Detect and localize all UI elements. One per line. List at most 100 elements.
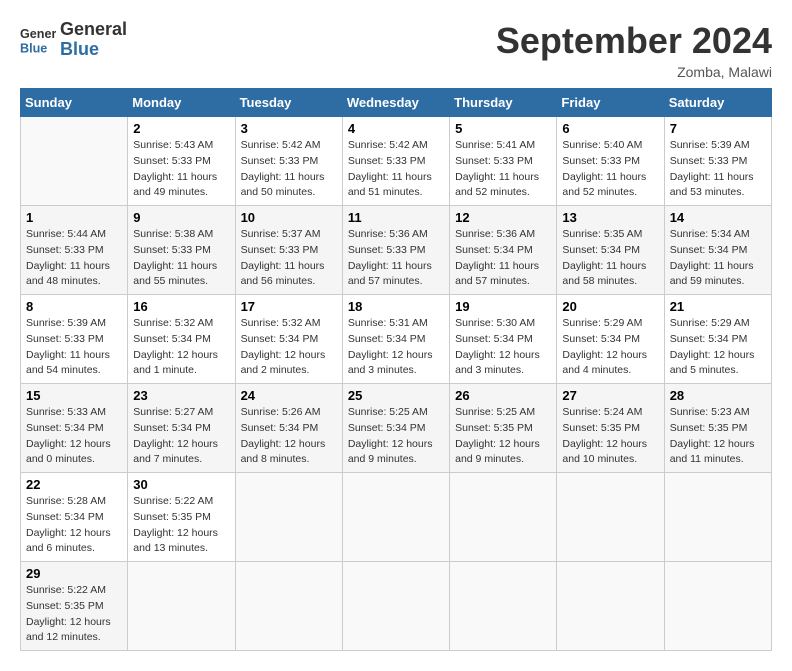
calendar-week-3: 8 Sunrise: 5:39 AMSunset: 5:33 PMDayligh… (21, 295, 772, 384)
day-info: Sunrise: 5:25 AMSunset: 5:34 PMDaylight:… (348, 406, 433, 465)
day-number: 23 (133, 388, 229, 403)
table-row: 25 Sunrise: 5:25 AMSunset: 5:34 PMDaylig… (342, 384, 449, 473)
table-row (557, 473, 664, 562)
day-number: 30 (133, 477, 229, 492)
day-info: Sunrise: 5:22 AMSunset: 5:35 PMDaylight:… (26, 584, 111, 643)
month-title: September 2024 (496, 20, 772, 62)
table-row (21, 117, 128, 206)
title-block: September 2024 Zomba, Malawi (496, 20, 772, 80)
table-row: 18 Sunrise: 5:31 AMSunset: 5:34 PMDaylig… (342, 295, 449, 384)
day-info: Sunrise: 5:44 AMSunset: 5:33 PMDaylight:… (26, 228, 110, 287)
table-row: 8 Sunrise: 5:39 AMSunset: 5:33 PMDayligh… (21, 295, 128, 384)
table-row: 1 Sunrise: 5:44 AMSunset: 5:33 PMDayligh… (21, 206, 128, 295)
table-row: 30 Sunrise: 5:22 AMSunset: 5:35 PMDaylig… (128, 473, 235, 562)
day-number: 19 (455, 299, 551, 314)
day-info: Sunrise: 5:29 AMSunset: 5:34 PMDaylight:… (562, 317, 647, 376)
svg-text:General: General (20, 27, 56, 41)
table-row: 5 Sunrise: 5:41 AMSunset: 5:33 PMDayligh… (450, 117, 557, 206)
day-info: Sunrise: 5:34 AMSunset: 5:34 PMDaylight:… (670, 228, 754, 287)
logo-blue: Blue (60, 40, 127, 60)
day-number: 24 (241, 388, 337, 403)
table-row (450, 562, 557, 651)
day-info: Sunrise: 5:37 AMSunset: 5:33 PMDaylight:… (241, 228, 325, 287)
day-info: Sunrise: 5:33 AMSunset: 5:34 PMDaylight:… (26, 406, 111, 465)
calendar-header-row: Sunday Monday Tuesday Wednesday Thursday… (21, 89, 772, 117)
location: Zomba, Malawi (496, 64, 772, 80)
table-row: 28 Sunrise: 5:23 AMSunset: 5:35 PMDaylig… (664, 384, 771, 473)
day-number: 2 (133, 121, 229, 136)
day-number: 13 (562, 210, 658, 225)
day-info: Sunrise: 5:25 AMSunset: 5:35 PMDaylight:… (455, 406, 540, 465)
col-saturday: Saturday (664, 89, 771, 117)
logo-general: General (60, 20, 127, 40)
col-tuesday: Tuesday (235, 89, 342, 117)
table-row (664, 473, 771, 562)
table-row (235, 562, 342, 651)
table-row: 4 Sunrise: 5:42 AMSunset: 5:33 PMDayligh… (342, 117, 449, 206)
day-number: 16 (133, 299, 229, 314)
table-row: 10 Sunrise: 5:37 AMSunset: 5:33 PMDaylig… (235, 206, 342, 295)
day-number: 21 (670, 299, 766, 314)
day-info: Sunrise: 5:36 AMSunset: 5:34 PMDaylight:… (455, 228, 539, 287)
calendar-week-6: 29 Sunrise: 5:22 AMSunset: 5:35 PMDaylig… (21, 562, 772, 651)
table-row: 11 Sunrise: 5:36 AMSunset: 5:33 PMDaylig… (342, 206, 449, 295)
day-info: Sunrise: 5:43 AMSunset: 5:33 PMDaylight:… (133, 139, 217, 198)
day-number: 1 (26, 210, 122, 225)
logo-icon: General Blue (20, 22, 56, 58)
day-number: 22 (26, 477, 122, 492)
day-number: 8 (26, 299, 122, 314)
day-number: 20 (562, 299, 658, 314)
calendar-week-5: 22 Sunrise: 5:28 AMSunset: 5:34 PMDaylig… (21, 473, 772, 562)
table-row: 15 Sunrise: 5:33 AMSunset: 5:34 PMDaylig… (21, 384, 128, 473)
col-sunday: Sunday (21, 89, 128, 117)
table-row (664, 562, 771, 651)
day-number: 10 (241, 210, 337, 225)
day-info: Sunrise: 5:32 AMSunset: 5:34 PMDaylight:… (133, 317, 218, 376)
svg-text:Blue: Blue (20, 41, 47, 55)
table-row (342, 473, 449, 562)
calendar-week-2: 1 Sunrise: 5:44 AMSunset: 5:33 PMDayligh… (21, 206, 772, 295)
day-number: 7 (670, 121, 766, 136)
table-row: 16 Sunrise: 5:32 AMSunset: 5:34 PMDaylig… (128, 295, 235, 384)
col-friday: Friday (557, 89, 664, 117)
table-row: 14 Sunrise: 5:34 AMSunset: 5:34 PMDaylig… (664, 206, 771, 295)
day-info: Sunrise: 5:26 AMSunset: 5:34 PMDaylight:… (241, 406, 326, 465)
table-row (128, 562, 235, 651)
table-row: 20 Sunrise: 5:29 AMSunset: 5:34 PMDaylig… (557, 295, 664, 384)
day-info: Sunrise: 5:31 AMSunset: 5:34 PMDaylight:… (348, 317, 433, 376)
table-row (450, 473, 557, 562)
table-row: 21 Sunrise: 5:29 AMSunset: 5:34 PMDaylig… (664, 295, 771, 384)
day-info: Sunrise: 5:40 AMSunset: 5:33 PMDaylight:… (562, 139, 646, 198)
col-wednesday: Wednesday (342, 89, 449, 117)
table-row: 27 Sunrise: 5:24 AMSunset: 5:35 PMDaylig… (557, 384, 664, 473)
table-row: 19 Sunrise: 5:30 AMSunset: 5:34 PMDaylig… (450, 295, 557, 384)
day-number: 25 (348, 388, 444, 403)
day-info: Sunrise: 5:42 AMSunset: 5:33 PMDaylight:… (348, 139, 432, 198)
day-number: 3 (241, 121, 337, 136)
day-info: Sunrise: 5:35 AMSunset: 5:34 PMDaylight:… (562, 228, 646, 287)
day-info: Sunrise: 5:28 AMSunset: 5:34 PMDaylight:… (26, 495, 111, 554)
day-info: Sunrise: 5:39 AMSunset: 5:33 PMDaylight:… (26, 317, 110, 376)
table-row: 22 Sunrise: 5:28 AMSunset: 5:34 PMDaylig… (21, 473, 128, 562)
calendar-table: Sunday Monday Tuesday Wednesday Thursday… (20, 88, 772, 651)
table-row: 26 Sunrise: 5:25 AMSunset: 5:35 PMDaylig… (450, 384, 557, 473)
day-info: Sunrise: 5:36 AMSunset: 5:33 PMDaylight:… (348, 228, 432, 287)
calendar-week-4: 15 Sunrise: 5:33 AMSunset: 5:34 PMDaylig… (21, 384, 772, 473)
table-row: 3 Sunrise: 5:42 AMSunset: 5:33 PMDayligh… (235, 117, 342, 206)
day-number: 9 (133, 210, 229, 225)
day-info: Sunrise: 5:23 AMSunset: 5:35 PMDaylight:… (670, 406, 755, 465)
table-row: 7 Sunrise: 5:39 AMSunset: 5:33 PMDayligh… (664, 117, 771, 206)
day-number: 28 (670, 388, 766, 403)
day-number: 27 (562, 388, 658, 403)
table-row (235, 473, 342, 562)
day-info: Sunrise: 5:30 AMSunset: 5:34 PMDaylight:… (455, 317, 540, 376)
day-number: 11 (348, 210, 444, 225)
day-info: Sunrise: 5:32 AMSunset: 5:34 PMDaylight:… (241, 317, 326, 376)
day-info: Sunrise: 5:41 AMSunset: 5:33 PMDaylight:… (455, 139, 539, 198)
table-row: 23 Sunrise: 5:27 AMSunset: 5:34 PMDaylig… (128, 384, 235, 473)
day-info: Sunrise: 5:22 AMSunset: 5:35 PMDaylight:… (133, 495, 218, 554)
table-row: 24 Sunrise: 5:26 AMSunset: 5:34 PMDaylig… (235, 384, 342, 473)
table-row: 13 Sunrise: 5:35 AMSunset: 5:34 PMDaylig… (557, 206, 664, 295)
page-header: General Blue General Blue September 2024… (20, 20, 772, 80)
day-number: 15 (26, 388, 122, 403)
